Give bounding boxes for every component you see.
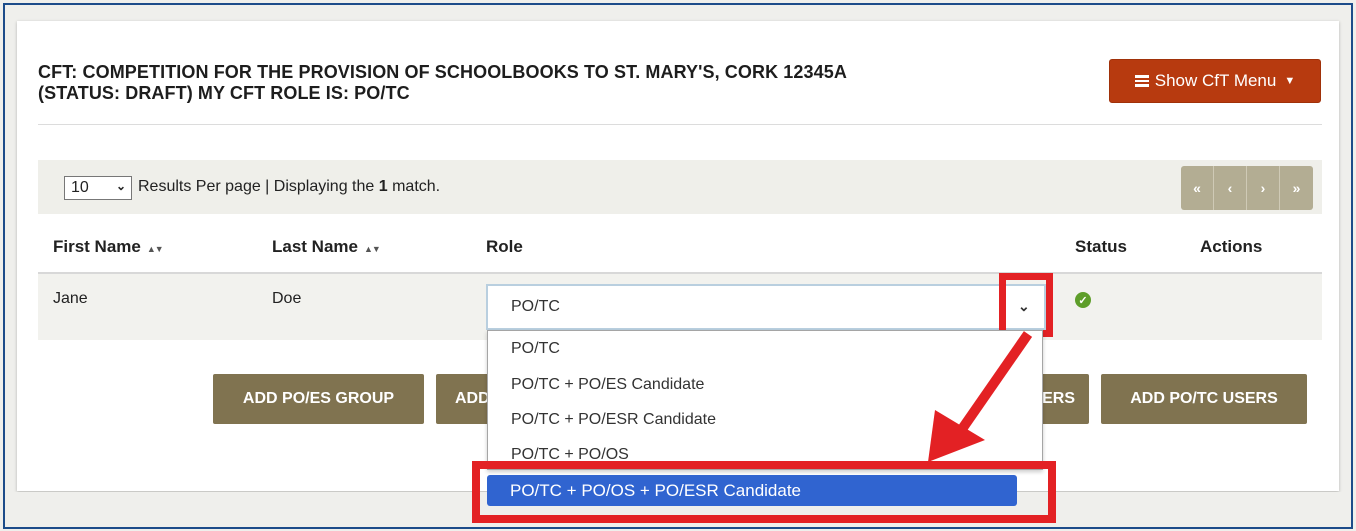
sort-icon: ▲▼	[146, 244, 164, 254]
column-header-status: Status	[1075, 237, 1127, 256]
next-page-button[interactable]: ›	[1247, 166, 1280, 210]
check-circle-icon: ✓	[1075, 292, 1091, 308]
header-divider	[38, 124, 1322, 125]
column-header-first-name[interactable]: First Name ▲▼	[53, 237, 164, 257]
per-page-select[interactable]: 10 ⌄	[64, 176, 132, 200]
show-cft-menu-label: Show CfT Menu	[1154, 71, 1277, 90]
role-select-value: PO/TC	[511, 298, 560, 315]
add-po-es-group-button[interactable]: ADD PO/ES GROUP	[213, 374, 424, 424]
page-title-line1: CFT: COMPETITION FOR THE PROVISION OF SC…	[38, 62, 847, 82]
cell-first-name: Jane	[53, 290, 88, 307]
results-suffix: match.	[387, 178, 441, 195]
column-header-role: Role	[486, 237, 523, 256]
results-count: 1	[378, 178, 388, 195]
chevron-down-icon: ⌄	[115, 179, 126, 193]
page-title: CFT: COMPETITION FOR THE PROVISION OF SC…	[38, 62, 1038, 104]
prev-page-button[interactable]: ‹	[1214, 166, 1247, 210]
cell-last-name: Doe	[272, 290, 302, 307]
column-header-first-name-label: First Name	[53, 237, 141, 256]
add-po-tc-users-button[interactable]: ADD PO/TC USERS	[1101, 374, 1307, 424]
column-header-last-name-label: Last Name	[272, 237, 358, 256]
first-page-button[interactable]: «	[1181, 166, 1214, 210]
highlight-box-chevron	[999, 273, 1053, 337]
sort-icon: ▲▼	[363, 244, 381, 254]
caret-down-icon: ▼	[1284, 75, 1296, 87]
dropdown-option[interactable]: PO/TC + PO/ES Candidate	[511, 376, 704, 394]
dropdown-option[interactable]: PO/TC	[511, 340, 560, 358]
pagination: « ‹ › »	[1181, 166, 1313, 210]
role-select[interactable]: PO/TC	[486, 284, 1046, 330]
results-summary: Results Per page | Displaying the 1 matc…	[138, 178, 440, 196]
highlight-box-option	[472, 461, 1056, 523]
dropdown-option[interactable]: PO/TC + PO/ESR Candidate	[511, 411, 716, 429]
results-prefix: Results Per page | Displaying the	[138, 178, 379, 195]
column-header-last-name[interactable]: Last Name ▲▼	[272, 237, 381, 257]
list-icon	[1134, 75, 1149, 87]
show-cft-menu-button[interactable]: Show CfT Menu ▼	[1109, 59, 1321, 103]
column-header-actions: Actions	[1200, 237, 1263, 256]
last-page-button[interactable]: »	[1280, 166, 1313, 210]
per-page-value: 10	[71, 179, 89, 196]
page-title-line2: (STATUS: DRAFT) MY CFT ROLE IS: PO/TC	[38, 83, 410, 103]
role-dropdown-list: PO/TC PO/TC + PO/ES Candidate PO/TC + PO…	[487, 330, 1043, 470]
